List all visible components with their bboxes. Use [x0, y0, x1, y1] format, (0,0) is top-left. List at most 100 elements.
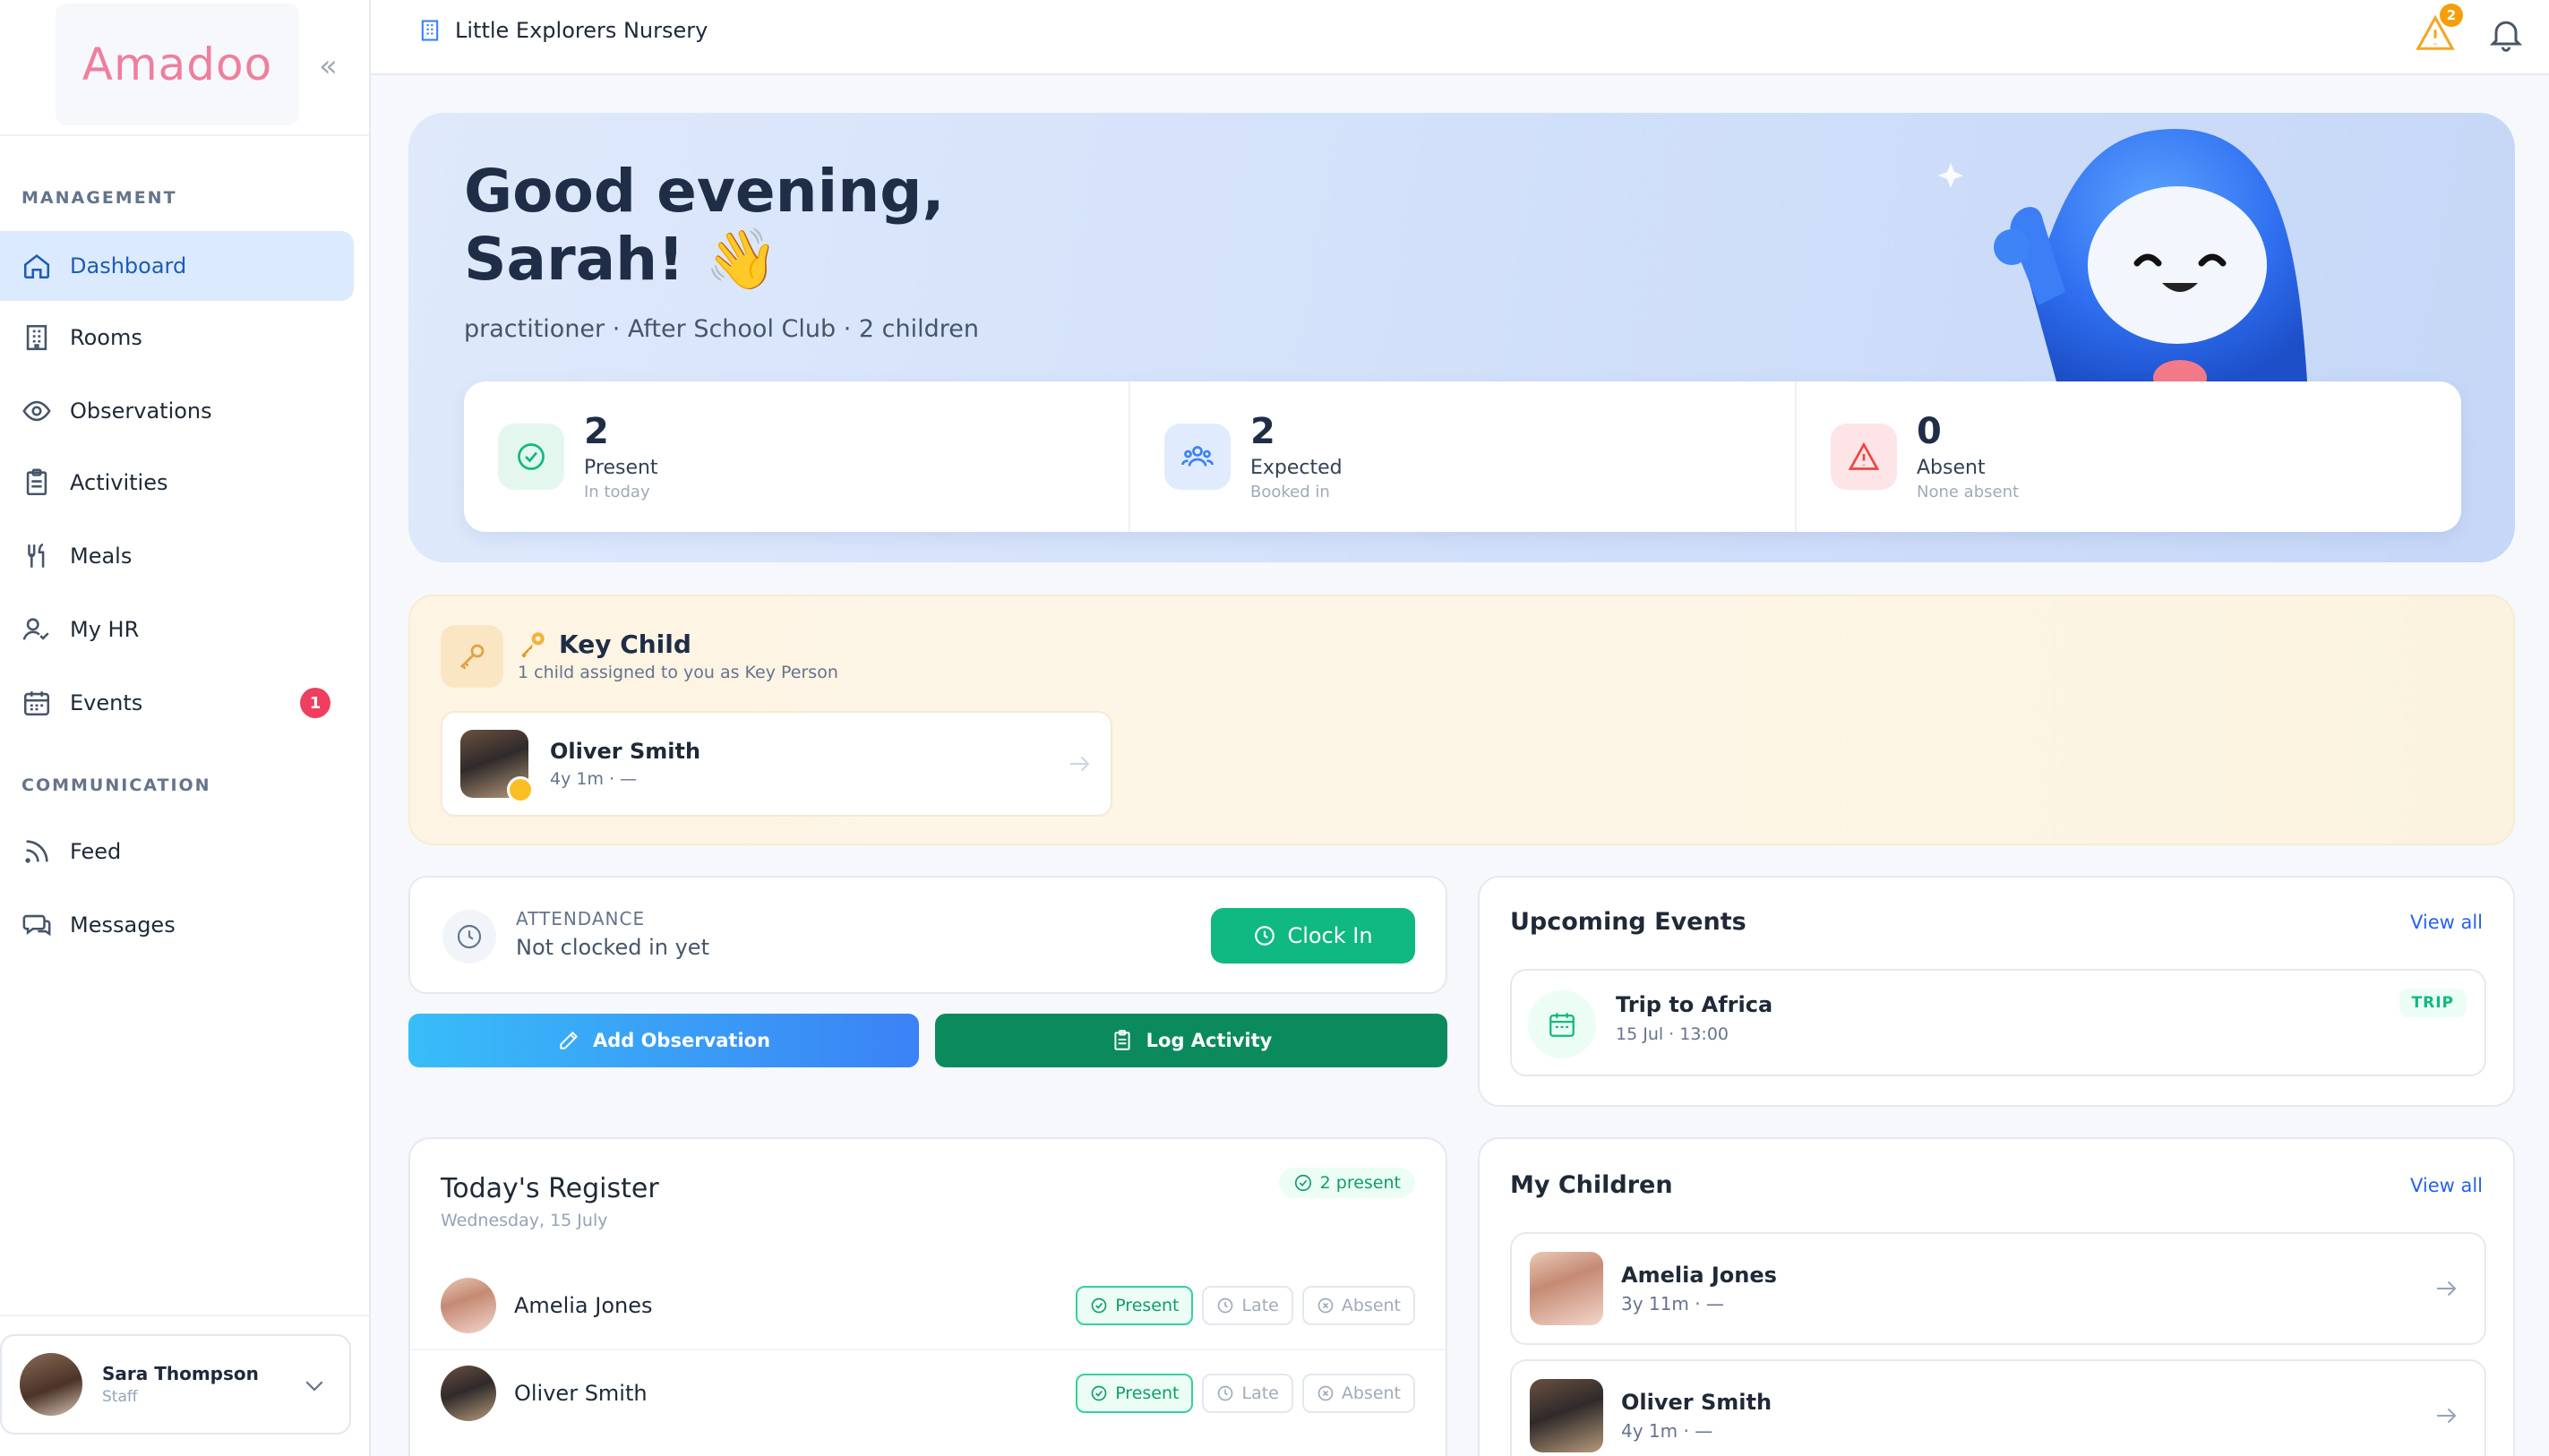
clock-icon — [1255, 926, 1275, 946]
greeting-heading: Good evening, Sarah! 👋 — [464, 158, 945, 294]
sidebar-item-my-hr[interactable]: My HR — [0, 595, 354, 664]
key-child-item[interactable]: Oliver Smith 4y 1m · — — [441, 711, 1112, 817]
check-circle-icon — [1091, 1385, 1107, 1401]
child-item[interactable]: Oliver Smith 4y 1m · — — [1510, 1359, 2486, 1456]
events-title: Upcoming Events — [1510, 908, 1747, 936]
user-role: Staff — [102, 1388, 138, 1406]
register-row: Amelia Jones Present Late Absent — [410, 1263, 1446, 1349]
child-name: Oliver Smith — [514, 1381, 648, 1406]
sidebar-item-meals[interactable]: Meals — [0, 521, 354, 591]
chevron-down-icon — [305, 1381, 323, 1392]
clock-icon — [442, 910, 496, 964]
user-avatar — [20, 1353, 82, 1416]
child-avatar — [460, 730, 534, 803]
clipboard-icon — [1114, 1030, 1130, 1050]
org-switcher[interactable]: Little Explorers Nursery — [417, 18, 708, 43]
present-label: Present — [1115, 1383, 1180, 1403]
stat-value: 2 — [584, 411, 609, 452]
clock-in-button[interactable]: Clock In — [1211, 908, 1415, 964]
x-circle-icon — [1317, 1385, 1334, 1401]
event-time: 15 Jul · 13:00 — [1616, 1024, 1729, 1044]
present-button[interactable]: Present — [1076, 1374, 1194, 1413]
home-icon — [23, 254, 50, 279]
edit-icon — [560, 1031, 578, 1049]
my-children-card: My Children View all Amelia Jones 3y 11m… — [1478, 1137, 2515, 1456]
sidebar-item-feed[interactable]: Feed — [0, 817, 354, 886]
users-icon — [1164, 424, 1231, 490]
key-child-card: Key Child 1 child assigned to you as Key… — [408, 595, 2515, 845]
sidebar-item-label: Observations — [70, 398, 212, 424]
sidebar-item-observations[interactable]: Observations — [0, 376, 354, 446]
child-age: 3y 11m · — — [1621, 1293, 1724, 1315]
absent-button[interactable]: Absent — [1301, 1374, 1415, 1413]
sidebar-item-messages[interactable]: Messages — [0, 890, 354, 960]
log-activity-button[interactable]: Log Activity — [935, 1014, 1447, 1067]
user-name: Sara Thompson — [102, 1363, 259, 1384]
topbar: Little Explorers Nursery 2 — [371, 0, 2549, 75]
divider — [0, 134, 369, 136]
sidebar-item-label: Feed — [70, 839, 122, 864]
child-avatar — [1530, 1252, 1603, 1325]
sidebar-item-activities[interactable]: Activities — [0, 448, 354, 518]
alert-count-badge: 2 — [2440, 4, 2463, 27]
late-button[interactable]: Late — [1202, 1286, 1293, 1325]
child-age: 4y 1m · — — [550, 769, 638, 789]
messages-icon — [22, 914, 51, 937]
late-label: Late — [1241, 1296, 1279, 1315]
register-title: Today's Register — [441, 1173, 659, 1204]
arrow-right-icon — [1070, 756, 1090, 772]
sidebar-item-dashboard[interactable]: Dashboard — [0, 231, 354, 301]
events-count-badge: 1 — [300, 688, 330, 718]
logo-text: Amadoo — [82, 39, 273, 90]
stat-expected[interactable]: 2 Expected Booked in — [1129, 381, 1795, 532]
sidebar-item-label: My HR — [70, 617, 140, 642]
key-child-title: Key Child — [518, 629, 691, 659]
late-button[interactable]: Late — [1202, 1374, 1293, 1413]
children-view-all-link[interactable]: View all — [2410, 1175, 2483, 1196]
user-menu[interactable]: Sara Thompson Staff — [0, 1334, 351, 1435]
absent-button[interactable]: Absent — [1301, 1286, 1415, 1325]
attendance-options: Present Late Absent — [1067, 1286, 1415, 1325]
present-button[interactable]: Present — [1076, 1286, 1194, 1325]
key-emoji-icon — [521, 632, 545, 658]
add-observation-label: Add Observation — [592, 1030, 771, 1051]
alerts-button[interactable]: 2 — [2415, 4, 2463, 54]
amadoo-logo[interactable]: Amadoo — [56, 4, 299, 125]
clock-in-label: Clock In — [1287, 923, 1373, 948]
child-name: Oliver Smith — [550, 739, 701, 764]
arrow-right-icon — [2437, 1408, 2457, 1424]
stat-value: 2 — [1250, 411, 1275, 452]
stat-hint: Booked in — [1250, 483, 1330, 501]
building-icon — [421, 20, 439, 41]
absent-label: Absent — [1341, 1383, 1401, 1403]
child-item[interactable]: Amelia Jones 3y 11m · — — [1510, 1232, 2486, 1345]
attendance-options: Present Late Absent — [1067, 1374, 1415, 1413]
stat-label: Present — [584, 457, 658, 479]
notifications-button[interactable] — [2486, 14, 2526, 54]
child-avatar — [441, 1278, 496, 1333]
my-children-title: My Children — [1510, 1171, 1673, 1199]
collapse-sidebar-icon[interactable]: « — [319, 48, 338, 84]
sidebar-item-label: Events — [70, 690, 143, 715]
sidebar-item-events[interactable]: Events 1 — [0, 668, 354, 738]
clipboard-icon — [26, 468, 47, 496]
stat-present[interactable]: 2 Present In today — [464, 381, 1129, 532]
sidebar-item-rooms[interactable]: Rooms — [0, 303, 354, 373]
x-circle-icon — [1317, 1298, 1334, 1314]
stat-label: Absent — [1917, 457, 1986, 479]
event-title: Trip to Africa — [1616, 992, 1773, 1017]
stat-absent[interactable]: 0 Absent None absent — [1795, 381, 2461, 532]
events-view-all-link[interactable]: View all — [2410, 912, 2483, 933]
utensils-icon — [28, 543, 45, 568]
event-item[interactable]: Trip to Africa 15 Jul · 13:00 TRIP — [1510, 969, 2486, 1076]
attendance-card: ATTENDANCE Not clocked in yet Clock In — [408, 876, 1447, 994]
calendar-icon — [23, 691, 50, 716]
present-count-text: 2 present — [1319, 1173, 1401, 1193]
eye-icon — [22, 400, 51, 422]
stat-value: 0 — [1917, 411, 1942, 452]
add-observation-button[interactable]: Add Observation — [408, 1014, 919, 1067]
stat-hint: None absent — [1917, 483, 2020, 501]
attendance-status: Not clocked in yet — [516, 935, 709, 960]
warning-icon — [1831, 424, 1897, 490]
sidebar: Amadoo « MANAGEMENT Dashboard Rooms Obse… — [0, 0, 371, 1456]
